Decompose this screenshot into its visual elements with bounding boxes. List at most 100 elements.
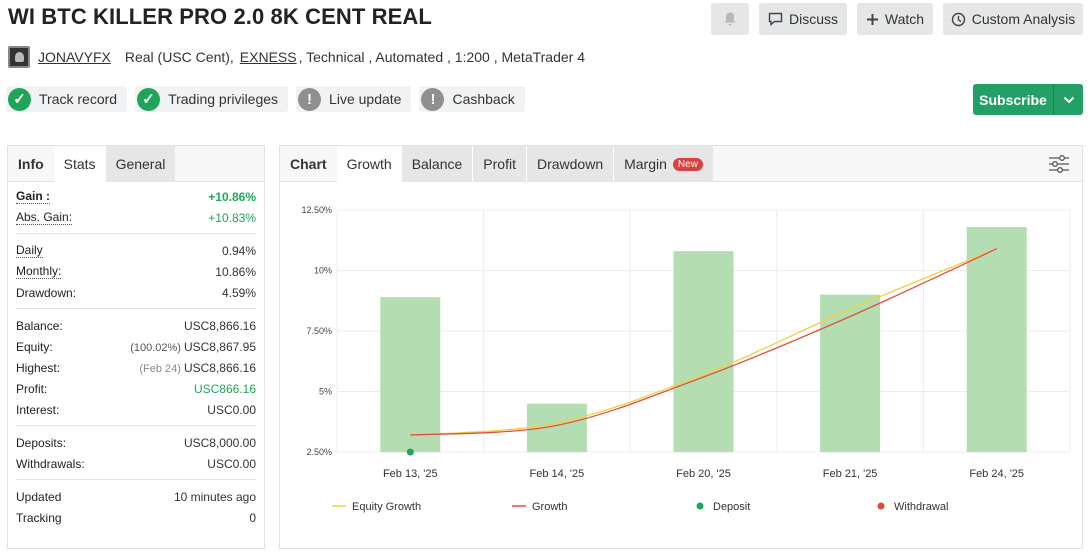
account-details: , Technical , Automated , 1:200 , MetaTr… <box>298 49 585 65</box>
plus-icon <box>866 13 878 25</box>
legend-swatch <box>696 502 704 510</box>
stat-daily: Daily 0.94% <box>16 240 256 261</box>
y-tick-label: 10% <box>314 266 332 276</box>
divider <box>16 425 256 426</box>
tab-growth[interactable]: Growth <box>336 146 402 182</box>
stat-label[interactable]: Monthly: <box>16 264 62 279</box>
broker-link[interactable]: EXNESS <box>240 49 297 65</box>
bar <box>966 226 1027 452</box>
chart-tabs: Chart Growth Balance Profit Drawdown Mar… <box>280 146 1082 182</box>
stat-label: Balance: <box>16 318 63 333</box>
stat-highest: Highest: (Feb 24) USC8,866.16 <box>16 357 256 378</box>
x-tick-label: Feb 14, '25 <box>530 468 585 480</box>
stat-label[interactable]: Daily <box>16 243 43 258</box>
y-tick-label: 7.50% <box>306 326 332 336</box>
check-icon: ✓ <box>8 87 31 111</box>
bar <box>673 251 734 452</box>
tab-general[interactable]: General <box>105 146 176 182</box>
stat-label[interactable]: Abs. Gain: <box>16 210 73 225</box>
avatar[interactable] <box>8 46 30 68</box>
stat-balance: Balance: USC8,866.16 <box>16 315 256 336</box>
verification-badges: ✓ Track record ✓ Trading privileges ! Li… <box>6 86 525 112</box>
stat-tracking: Tracking 0 <box>16 507 256 528</box>
stat-sub: (Feb 24) <box>139 362 181 375</box>
stat-value: USC0.00 <box>207 402 256 417</box>
username-link[interactable]: JONAVYFX <box>38 49 111 65</box>
discuss-button[interactable]: Discuss <box>759 3 847 35</box>
x-tick-label: Feb 24, '25 <box>969 468 1024 480</box>
legend-label: Growth <box>532 501 567 513</box>
y-tick-label: 12.50% <box>301 205 332 215</box>
stat-value: USC8,000.00 <box>183 435 256 450</box>
stat-interest: Interest: USC0.00 <box>16 399 256 420</box>
x-tick-label: Feb 20, '25 <box>676 468 731 480</box>
badge-label: Track record <box>39 91 118 107</box>
stat-value: USC8,866.16 <box>183 360 256 375</box>
stat-label: Highest: <box>16 360 61 375</box>
badge-label: Trading privileges <box>168 91 279 107</box>
stat-label: Deposits: <box>16 435 67 450</box>
stat-withdrawals: Withdrawals: USC0.00 <box>16 453 256 474</box>
sliders-icon <box>1049 155 1069 173</box>
stat-label: Tracking <box>16 510 62 525</box>
stat-value: USC0.00 <box>207 456 256 471</box>
divider <box>16 308 256 309</box>
tab-margin-label: Margin <box>624 156 667 172</box>
tab-margin[interactable]: Margin New <box>614 146 713 182</box>
check-icon: ✓ <box>137 87 161 111</box>
x-tick-label: Feb 13, '25 <box>383 468 438 480</box>
tab-balance[interactable]: Balance <box>401 146 474 182</box>
stat-label: Interest: <box>16 402 60 417</box>
stat-updated: Updated 10 minutes ago <box>16 486 256 507</box>
bell-icon <box>724 12 736 26</box>
badge-live-update[interactable]: ! Live update <box>296 86 412 112</box>
clock-icon <box>951 12 965 26</box>
stat-equity: Equity: (100.02%) USC8,867.95 <box>16 336 256 357</box>
tab-info[interactable]: Info <box>8 146 54 182</box>
bar <box>526 403 587 452</box>
chart-settings-button[interactable] <box>1048 154 1070 179</box>
tab-chart[interactable]: Chart <box>280 146 337 182</box>
custom-analysis-label: Custom Analysis <box>971 11 1076 27</box>
page-title: WI BTC KILLER PRO 2.0 8K CENT REAL <box>8 4 432 29</box>
y-tick-label: 5% <box>319 387 332 397</box>
badge-cashback[interactable]: ! Cashback <box>419 86 525 112</box>
subscribe-label: Subscribe <box>979 91 1047 108</box>
y-tick-label: 2.50% <box>306 447 332 457</box>
stat-value: USC866.16 <box>193 381 256 396</box>
stat-label: Updated <box>16 489 62 504</box>
legend-label: Withdrawal <box>894 501 948 513</box>
exclamation-icon: ! <box>421 87 445 111</box>
subscribe-button[interactable]: Subscribe <box>973 84 1083 115</box>
comment-icon <box>768 12 783 26</box>
watch-button[interactable]: Watch <box>857 3 933 35</box>
growth-chart: 12.50% 10% 7.50% 5% 2.50% Feb 13, '25 Feb 14, … <box>301 205 1071 513</box>
deposit-point <box>406 448 414 456</box>
stat-value: 0.94% <box>221 243 256 258</box>
x-tick-label: Feb 21, '25 <box>823 468 878 480</box>
custom-analysis-button[interactable]: Custom Analysis <box>943 3 1083 35</box>
stat-label: Withdrawals: <box>16 456 85 471</box>
chart-panel: Chart Growth Balance Profit Drawdown Mar… <box>279 145 1083 549</box>
tab-stats[interactable]: Stats <box>53 146 106 182</box>
stat-value: +10.86% <box>208 189 256 204</box>
stat-sub: (100.02%) <box>130 341 181 354</box>
legend-swatch <box>877 502 885 510</box>
stat-label: Drawdown: <box>16 285 77 300</box>
stat-value: +10.83% <box>208 210 256 225</box>
stats-panel: Info Stats General Gain : +10.86% Abs. G… <box>7 145 265 549</box>
stat-drawdown: Drawdown: 4.59% <box>16 282 256 303</box>
legend-label: Equity Growth <box>352 501 421 513</box>
tab-drawdown[interactable]: Drawdown <box>526 146 615 182</box>
badge-trading-privileges[interactable]: ✓ Trading privileges <box>135 86 289 112</box>
stat-label[interactable]: Gain : <box>16 189 51 204</box>
badge-track-record[interactable]: ✓ Track record <box>6 86 128 112</box>
exclamation-icon: ! <box>298 87 322 111</box>
tab-profit[interactable]: Profit <box>473 146 527 182</box>
discuss-label: Discuss <box>788 11 838 27</box>
new-badge: New <box>672 157 703 171</box>
notification-button[interactable] <box>711 3 749 35</box>
watch-label: Watch <box>884 11 925 27</box>
stat-profit: Profit: USC866.16 <box>16 378 256 399</box>
chevron-down-icon[interactable] <box>1053 84 1083 115</box>
